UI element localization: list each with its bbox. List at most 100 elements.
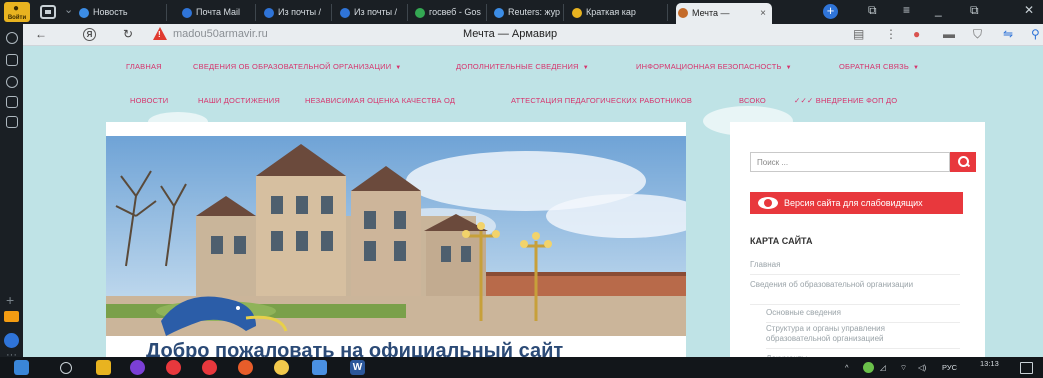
tab-label: Новость	[93, 7, 128, 17]
shield-icon[interactable]: ⛉	[973, 27, 982, 42]
file-explorer-icon[interactable]	[96, 360, 111, 375]
tab-label: госвеб - Gos	[429, 7, 481, 17]
language-indicator[interactable]: РУС	[942, 363, 957, 372]
sync-icon[interactable]: ⇋	[1003, 27, 1013, 41]
nav-item[interactable]: НЕЗАВИСИМАЯ ОЦЕНКА КАЧЕСТВА ОД	[305, 96, 455, 105]
tab-favicon-icon	[340, 8, 350, 18]
search-input[interactable]: Поиск ...	[750, 152, 950, 172]
menu-icon[interactable]: ≡	[903, 3, 910, 17]
url-field[interactable]: madou50armavir.ru	[173, 28, 268, 40]
notifications-icon[interactable]	[1020, 362, 1033, 374]
sitemap-link[interactable]: Структура и органы управления образовате…	[766, 324, 950, 344]
nav-item[interactable]: ОБРАТНАЯ СВЯЗЬ ▼	[839, 62, 919, 71]
nav-item[interactable]: НАШИ ДОСТИЖЕНИЯ	[198, 96, 280, 105]
chevron-down-icon[interactable]: ⌄	[64, 3, 73, 16]
profile-icon[interactable]: ⚲	[1031, 27, 1040, 41]
nav-item-label: ВСОКО	[739, 96, 766, 105]
tab-favicon-icon	[79, 8, 89, 18]
tab-favicon-icon	[572, 8, 582, 18]
downloads-icon[interactable]: ▬	[943, 27, 955, 41]
sitemap-link[interactable]: Сведения об образовательной организации	[750, 280, 950, 290]
browser-tab[interactable]: госвеб - Gos	[413, 4, 487, 21]
browser-tab[interactable]: Reuters: жур	[492, 4, 564, 21]
tabs-overview-icon[interactable]	[40, 5, 56, 19]
nav-item[interactable]: ДОПОЛНИТЕЛЬНЫЕ СВЕДЕНИЯ ▼	[456, 62, 589, 71]
sitemap-divider	[766, 322, 960, 323]
reader-icon[interactable]: ▤	[853, 27, 864, 41]
tab-favicon-icon	[415, 8, 425, 18]
tab-close-icon[interactable]: ×	[760, 3, 766, 24]
nav-item[interactable]: СВЕДЕНИЯ ОБ ОБРАЗОВАТЕЛЬНОЙ ОРГАНИЗАЦИИ ▼	[193, 62, 401, 71]
chrome-icon[interactable]	[274, 360, 289, 375]
yandex-browser-icon[interactable]	[166, 360, 181, 375]
nav-item[interactable]: ИНФОРМАЦИОННАЯ БЕЗОПАСНОСТЬ ▼	[636, 62, 792, 71]
cloud-icon[interactable]	[4, 333, 19, 348]
nav-item-label: ✓✓✓ ВНЕДРЕНИЕ ФОП ДО	[794, 96, 898, 105]
browser-tab[interactable]: Почта Mail	[180, 4, 256, 21]
nav-item[interactable]: НОВОСТИ	[130, 96, 168, 105]
sitemap-link[interactable]: Главная	[750, 260, 950, 270]
search-icon[interactable]	[60, 362, 72, 374]
visually-impaired-button[interactable]: Версия сайта для слабовидящих	[750, 192, 963, 214]
tray-chevron-icon[interactable]: ^	[845, 363, 849, 372]
nav-item[interactable]: ВСОКО	[739, 96, 766, 105]
back-icon[interactable]: ←	[35, 27, 47, 41]
eye-icon	[758, 197, 778, 209]
clock-icon[interactable]	[6, 32, 18, 44]
chevron-down-icon: ▼	[785, 65, 792, 71]
address-bar: ← Я ↻ ! madou50armavir.ru Мечта — Армави…	[23, 24, 1043, 46]
browser-tab[interactable]: Краткая кар	[570, 4, 668, 21]
chevron-down-icon: ▼	[395, 65, 402, 71]
minimize-icon[interactable]: _	[935, 3, 942, 17]
sitemap-divider	[766, 348, 960, 349]
word-icon[interactable]: W	[350, 360, 365, 375]
network-icon[interactable]: ◿	[880, 363, 886, 372]
tab-favicon-icon	[182, 8, 192, 18]
sitemap-divider	[750, 274, 960, 275]
collections-icon[interactable]	[6, 54, 18, 66]
wifi-icon[interactable]: ⌔	[900, 363, 907, 373]
user-icon: ●	[13, 3, 20, 14]
sitemap-link[interactable]: Основные сведения	[766, 308, 950, 318]
yandex-account-label: Войти	[7, 15, 27, 21]
notes-icon[interactable]	[6, 116, 18, 128]
nav-item[interactable]: ГЛАВНАЯ	[126, 62, 162, 71]
nav-item-label: ИНФОРМАЦИОННАЯ БЕЗОПАСНОСТЬ	[636, 62, 782, 71]
opera-icon[interactable]	[238, 360, 253, 375]
tab-favicon-icon	[264, 8, 274, 18]
browser-tab[interactable]: Мечта — ×	[676, 3, 772, 24]
app-icon[interactable]	[130, 360, 145, 375]
browser-tab[interactable]: Из почты /	[262, 4, 332, 21]
yandex-account-button[interactable]: ● Войти	[4, 2, 30, 22]
browser-tab-bar: ● Войти ⌄ Новость Почта Mail Из почты / Из…	[0, 0, 1043, 24]
close-icon[interactable]: ✕	[1024, 3, 1034, 17]
mail-app-icon[interactable]	[312, 360, 327, 375]
restore-icon[interactable]: ⧉	[970, 3, 979, 18]
visually-impaired-label: Версия сайта для слабовидящих	[784, 198, 923, 208]
nav-item-label: АТТЕСТАЦИЯ ПЕДАГОГИЧЕСКИХ РАБОТНИКОВ	[511, 96, 693, 105]
tray-app-icon[interactable]	[863, 362, 874, 373]
nav-item-label: ДОПОЛНИТЕЛЬНЫЕ СВЕДЕНИЯ	[456, 62, 579, 71]
windows-start-icon[interactable]	[14, 360, 29, 375]
more-options-icon[interactable]: ⋮	[885, 27, 897, 41]
browser-tab[interactable]: Из почты /	[338, 4, 408, 21]
warning-icon[interactable]: !	[153, 27, 167, 40]
mail-icon[interactable]	[4, 311, 19, 322]
browser-tab[interactable]: Новость	[77, 4, 167, 21]
reload-icon[interactable]: ↻	[123, 27, 133, 41]
app-icon[interactable]	[202, 360, 217, 375]
clock[interactable]: 13:13	[980, 359, 999, 368]
add-icon[interactable]: +	[6, 292, 14, 308]
nav-item[interactable]: АТТЕСТАЦИЯ ПЕДАГОГИЧЕСКИХ РАБОТНИКОВ	[511, 96, 692, 105]
main-content: Добро пожаловать на официальный сайт	[106, 122, 686, 357]
new-tab-button[interactable]: +	[823, 4, 838, 19]
nav-item[interactable]: ✓✓✓ ВНЕДРЕНИЕ ФОП ДО	[794, 96, 897, 105]
tab-copy-icon[interactable]: ⧉	[868, 3, 877, 18]
extension-icon[interactable]: ●	[913, 27, 920, 41]
nav-item-label: НОВОСТИ	[130, 96, 169, 105]
player-icon[interactable]	[6, 76, 18, 88]
square-app-icon[interactable]	[6, 96, 18, 108]
search-button[interactable]	[950, 152, 976, 172]
yandex-icon[interactable]: Я	[83, 28, 96, 41]
volume-icon[interactable]: ◁)	[918, 363, 926, 372]
